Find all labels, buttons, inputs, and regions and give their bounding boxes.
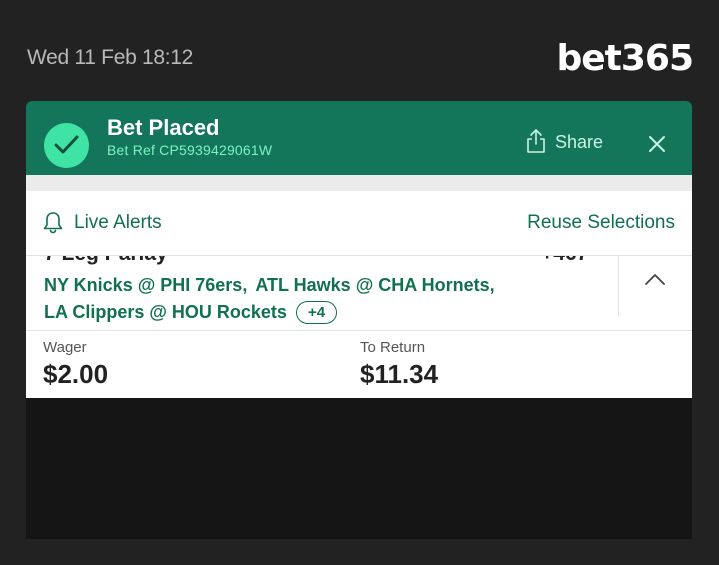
share-button[interactable]: Share	[526, 129, 604, 154]
bell-icon[interactable]	[42, 210, 64, 234]
live-alerts-button[interactable]: Live Alerts	[74, 212, 162, 234]
alerts-bar: Live Alerts Reuse Selections	[26, 191, 692, 256]
wager-label: Wager	[43, 339, 87, 356]
share-label: Share	[555, 131, 604, 152]
header-divider-strip	[26, 175, 692, 191]
bet-receipt-panel: Bet Placed Bet Ref CP5939429061W Share L…	[26, 101, 692, 539]
parlay-title: 7 Leg Parlay	[44, 256, 168, 266]
parlay-odds: +467	[541, 256, 588, 266]
vertical-divider	[618, 256, 619, 316]
wager-value: $2.00	[43, 359, 109, 389]
selection-summary: 7 Leg Parlay +467 NY Knicks @ PHI 76ers,…	[26, 256, 692, 331]
legs-line-1: NY Knicks @ PHI 76ers, ATL Hawks @ CHA Ho…	[44, 275, 495, 296]
leg-item: LA Clippers @ HOU Rockets	[44, 302, 287, 322]
check-icon	[44, 123, 89, 168]
chevron-up-icon[interactable]	[644, 272, 666, 286]
stake-summary: Wager $2.00 To Return $11.34	[26, 331, 692, 398]
leg-item: NY Knicks @ PHI 76ers,	[44, 275, 248, 295]
leg-item: ATL Hawks @ CHA Hornets,	[255, 275, 495, 295]
bet-ref: Bet Ref CP5939429061W	[107, 142, 273, 158]
to-return-label: To Return	[360, 339, 426, 356]
bet-placed-header: Bet Placed Bet Ref CP5939429061W Share	[26, 101, 692, 175]
reuse-selections-button[interactable]: Reuse Selections	[527, 212, 675, 234]
brand-logo: bet365	[556, 38, 694, 79]
bet-placed-title: Bet Placed	[107, 115, 220, 140]
status-datetime: Wed 11 Feb 18:12	[27, 46, 194, 69]
to-return-value: $11.34	[360, 359, 439, 389]
close-icon[interactable]	[648, 135, 666, 158]
more-legs-badge[interactable]: +4	[295, 301, 338, 324]
legs-line-2: LA Clippers @ HOU Rockets +4	[44, 301, 338, 324]
share-icon	[527, 129, 545, 153]
